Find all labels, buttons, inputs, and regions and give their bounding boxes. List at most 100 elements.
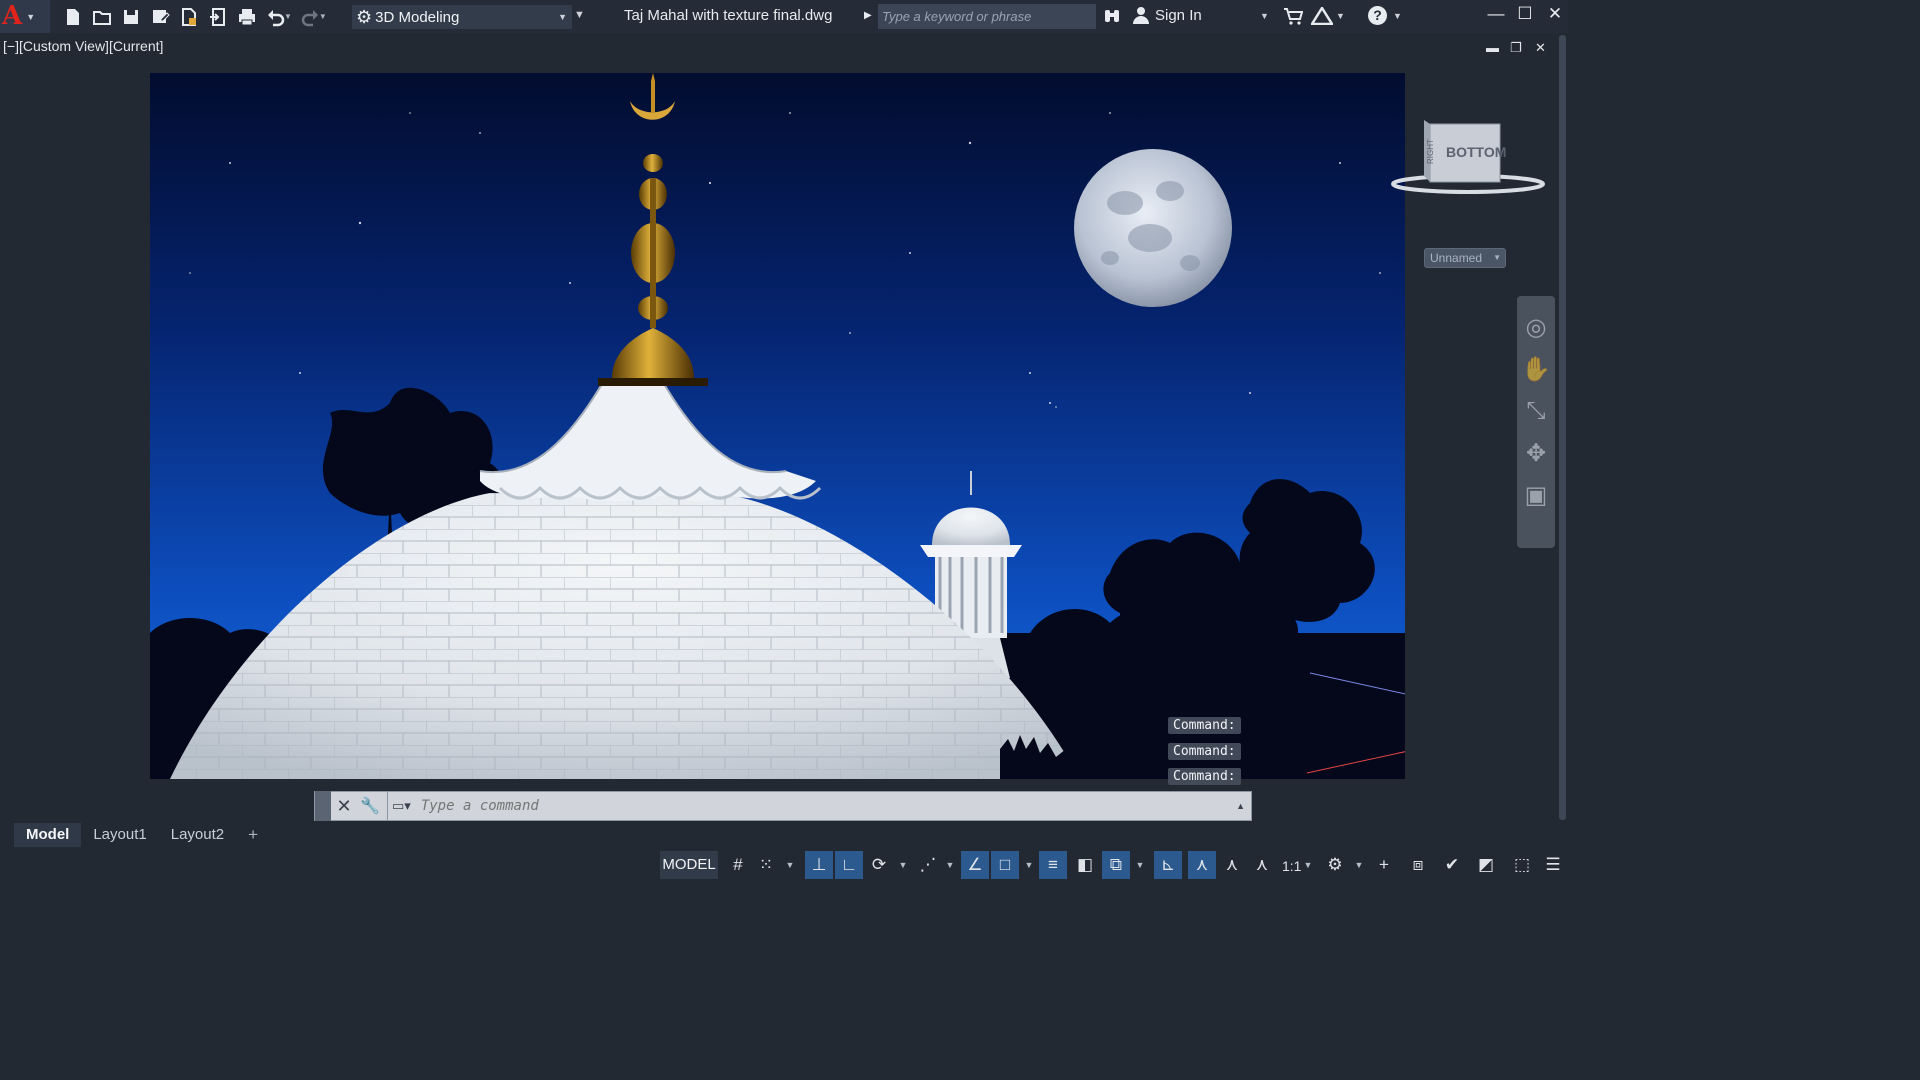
recent-commands-icon[interactable]: ▭▾ <box>392 798 411 814</box>
status-bar: MODEL # ⁙ ▼ ⊥ ∟ ⟳ ▼ ⋰ ▼ ∠ □ ▼ ≡ ◧ ⧉ ▼ ⊾ … <box>0 848 1568 882</box>
help-icon[interactable]: ? <box>1368 6 1387 25</box>
chevron-down-icon[interactable]: ▼ <box>944 851 956 879</box>
layout-tab-bar: Model Layout1 Layout2 + <box>0 823 1568 847</box>
isodraft-icon[interactable]: ⋰ <box>914 851 942 879</box>
dynamic-ucs-icon[interactable]: ⊾ <box>1154 851 1182 879</box>
chevron-down-icon: ▼ <box>1493 253 1501 262</box>
doc-minimize-icon[interactable]: ▬ <box>1486 40 1499 55</box>
infer-constraints-icon[interactable]: ⊥ <box>805 851 833 879</box>
chevron-down-icon[interactable]: ▼ <box>1302 851 1314 879</box>
autodesk-app-store-icon[interactable] <box>1309 5 1335 30</box>
named-view-label: Unnamed <box>1430 251 1483 265</box>
search-input[interactable]: Type a keyword or phrase <box>878 4 1096 29</box>
command-history-line: Command: <box>1168 768 1241 785</box>
chevron-down-icon[interactable]: ▼ <box>1393 11 1402 21</box>
steering-wheel-icon[interactable]: ◎ <box>1517 306 1555 348</box>
file-title: Taj Mahal with texture final.dwg <box>624 7 833 24</box>
vertical-scrollbar[interactable] <box>1557 33 1568 823</box>
annotation-monitor-icon[interactable]: + <box>1370 851 1398 879</box>
orbit-icon[interactable]: ✥ <box>1517 432 1555 474</box>
workspace-switcher[interactable]: ⚙ 3D Modeling ▼ <box>352 5 572 29</box>
showmotion-icon[interactable]: ▣ <box>1517 474 1555 516</box>
lineweight-icon[interactable]: ≡ <box>1039 851 1067 879</box>
doc-close-icon[interactable]: ✕ <box>1535 40 1546 56</box>
object-snap-icon[interactable]: □ <box>991 851 1019 879</box>
tab-layout2[interactable]: Layout2 <box>159 823 236 847</box>
chevron-down-icon: ▼ <box>558 12 567 22</box>
user-icon <box>1133 7 1149 24</box>
chevron-down-icon[interactable]: ▼ <box>1023 851 1035 879</box>
open-web-icon[interactable] <box>174 0 203 33</box>
application-menu-button[interactable]: A ▼ <box>0 0 50 33</box>
doc-restore-icon[interactable]: ❐ <box>1510 40 1522 56</box>
drag-grip[interactable] <box>315 791 331 821</box>
plot-icon[interactable] <box>232 0 261 33</box>
add-layout-icon[interactable]: + <box>236 823 270 847</box>
chevron-down-icon[interactable]: ▼ <box>784 851 796 879</box>
customize-toolbar-icon[interactable]: ▼ <box>574 9 585 21</box>
tab-model[interactable]: Model <box>14 823 82 847</box>
command-line: ✕ 🔧 ▭▾ ▲ <box>314 791 1252 821</box>
wrench-icon[interactable]: 🔧 <box>357 796 383 816</box>
graphics-performance-icon[interactable]: ◩ <box>1472 851 1500 879</box>
viewcube-face-right: RIGHT <box>1426 139 1435 164</box>
annotation-visibility-icon[interactable]: ⋏ <box>1188 851 1216 879</box>
snap-icon[interactable]: ⁙ <box>752 851 780 879</box>
selection-cycling-icon[interactable]: ⧉ <box>1102 851 1130 879</box>
pan-hand-icon[interactable]: ✋ <box>1517 348 1555 390</box>
open-icon[interactable] <box>87 0 116 33</box>
zoom-extents-icon[interactable]: ⤡ <box>1517 390 1555 432</box>
binoculars-icon[interactable] <box>1103 7 1121 30</box>
model-space-button[interactable]: MODEL <box>660 851 718 879</box>
new-icon[interactable] <box>58 0 87 33</box>
redo-dropdown-icon[interactable]: ▼ <box>319 12 327 21</box>
save-web-icon[interactable] <box>203 0 232 33</box>
chevron-down-icon[interactable]: ▼ <box>1134 851 1146 879</box>
viewcube[interactable]: BOTTOM RIGHT <box>1388 112 1548 202</box>
tab-layout1[interactable]: Layout1 <box>81 823 158 847</box>
close-icon[interactable]: ✕ <box>331 796 357 817</box>
viewcube-face-bottom: BOTTOM <box>1446 144 1506 160</box>
polar-icon[interactable]: ⟳ <box>865 851 893 879</box>
annotation-scale-icon[interactable]: ⋏ <box>1248 851 1276 879</box>
autocad-logo-icon: A <box>2 1 23 31</box>
undo-dropdown-icon[interactable]: ▼ <box>284 12 292 21</box>
close-icon[interactable]: ✕ <box>1540 4 1570 24</box>
quick-access-toolbar: ▼ ▼ <box>58 0 331 33</box>
object-snap-tracking-icon[interactable]: ∠ <box>961 851 989 879</box>
customization-menu-icon[interactable]: ☰ <box>1539 851 1567 879</box>
transparency-icon[interactable]: ◧ <box>1071 851 1099 879</box>
chevron-up-icon[interactable]: ▲ <box>1236 801 1245 811</box>
chevron-down-icon[interactable]: ▼ <box>897 851 909 879</box>
chevron-down-icon[interactable]: ▼ <box>1260 11 1269 21</box>
named-view-dropdown[interactable]: Unnamed ▼ <box>1424 248 1506 268</box>
minimize-icon[interactable]: — <box>1481 4 1511 24</box>
workspace-gear-icon[interactable]: ⚙ <box>1321 851 1349 879</box>
sign-in-button[interactable]: Sign In <box>1133 6 1202 24</box>
grid-icon[interactable]: # <box>724 851 752 879</box>
quick-properties-icon[interactable]: ✔ <box>1438 851 1466 879</box>
viewport-controls[interactable]: [−][Custom View][Current] <box>3 38 163 54</box>
command-input[interactable] <box>420 798 1201 814</box>
clean-screen-icon[interactable]: ⬚ <box>1508 851 1536 879</box>
maximize-icon[interactable]: ☐ <box>1510 4 1540 24</box>
ortho-icon[interactable]: ∟ <box>835 851 863 879</box>
command-history-line: Command: <box>1168 743 1241 760</box>
chevron-down-icon[interactable]: ▼ <box>1336 11 1345 21</box>
units-icon[interactable]: ⧈ <box>1404 851 1432 879</box>
command-history-line: Command: <box>1168 717 1241 734</box>
save-icon[interactable] <box>116 0 145 33</box>
sign-in-label: Sign In <box>1155 6 1202 24</box>
cart-icon[interactable] <box>1283 7 1304 30</box>
auto-scale-icon[interactable]: ⋏ <box>1218 851 1246 879</box>
scrollbar-thumb[interactable] <box>1559 35 1566 820</box>
chevron-down-icon[interactable]: ▼ <box>1353 851 1365 879</box>
title-bar: A ▼ ▼ ▼ ⚙ 3D Modeling ▼ ▼ Taj Mahal with… <box>0 0 1568 33</box>
gear-icon: ⚙ <box>356 6 373 27</box>
annotation-scale-value[interactable]: 1:1 <box>1282 858 1301 874</box>
chevron-down-icon: ▼ <box>26 11 36 22</box>
rendered-scene[interactable] <box>150 73 1405 779</box>
search-expand-icon[interactable]: ▶ <box>864 10 872 21</box>
save-as-icon[interactable] <box>145 0 174 33</box>
night-sky-render <box>150 73 1405 779</box>
